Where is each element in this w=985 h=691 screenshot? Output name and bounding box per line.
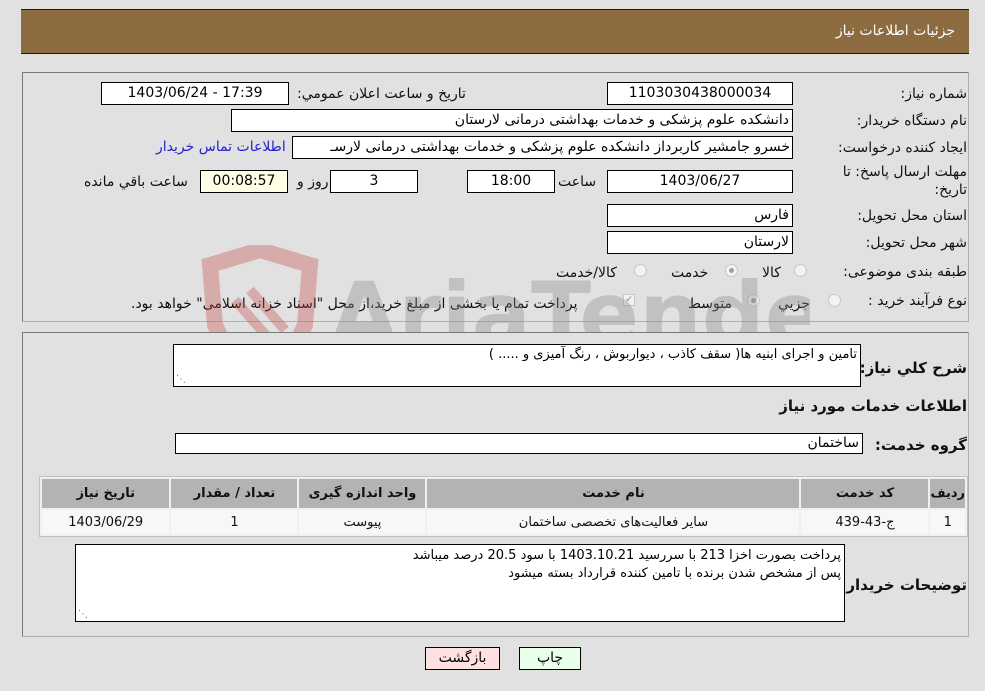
cell-quantity: 1: [171, 510, 298, 534]
services-table: رديف کد خدمت نام خدمت واحد اندازه گیری ت…: [39, 476, 968, 537]
buyer-notes-label: توضیحات خریدار:: [840, 576, 967, 594]
province-label: استان محل تحویل:: [857, 208, 967, 224]
announce-datetime-field[interactable]: 1403/06/24 - 17:39: [101, 82, 289, 105]
back-button[interactable]: بازگشت: [425, 647, 500, 670]
time-remaining-label: ساعت باقي مانده: [84, 174, 188, 190]
need-number-field[interactable]: 1103030438000034: [607, 82, 793, 105]
page-header: جزئیات اطلاعات نیاز: [21, 9, 969, 54]
services-section-title: اطلاعات خدمات مورد نياز: [779, 397, 967, 415]
treasury-note: پرداخت تمام یا بخشی از مبلغ خرید،از محل …: [131, 296, 578, 312]
city-label: شهر محل تحویل:: [865, 235, 967, 251]
purchase-type-label: نوع فرآیند خرید :: [868, 293, 967, 309]
requester-field[interactable]: خسرو جامشیر کاربرداز دانشکده علوم پزشکی …: [292, 136, 793, 159]
resize-grip-icon[interactable]: ⋰: [78, 610, 88, 620]
print-button[interactable]: چاپ: [519, 647, 581, 670]
buyer-notes-textarea[interactable]: پرداخت بصورت اخزا 213 با سررسید 1403.10.…: [75, 544, 845, 622]
purchase-radio-minor[interactable]: [828, 294, 841, 307]
cell-unit: پیوست: [299, 510, 426, 534]
general-description-textarea[interactable]: تامین و اجرای ابنیه ها( سقف کاذب ، دیوار…: [173, 344, 861, 387]
cell-row-number: 1: [930, 510, 965, 534]
buyer-notes-line1: پرداخت بصورت اخزا 213 با سررسید 1403.10.…: [412, 548, 841, 563]
buyer-contact-link[interactable]: اطلاعات تماس خریدار: [156, 139, 286, 155]
buyer-org-label: نام دستگاه خريدار:: [856, 113, 967, 129]
treasury-checkbox[interactable]: ✔: [623, 294, 635, 306]
cell-service-code: ج-43-439: [801, 510, 929, 534]
page-title: جزئیات اطلاعات نیاز: [835, 23, 955, 39]
days-label: روز و: [297, 174, 329, 190]
deadline-label-line1: مهلت ارسال پاسخ: تا: [842, 164, 967, 180]
category-option-goods-service: کالا/خدمت: [556, 265, 617, 281]
days-remaining-field[interactable]: 3: [330, 170, 418, 193]
col-unit: واحد اندازه گیری: [299, 479, 426, 508]
deadline-label-line2: تاریخ:: [934, 182, 967, 198]
deadline-date-field[interactable]: 1403/06/27: [607, 170, 793, 193]
requester-label: ایجاد کننده درخواست:: [838, 140, 967, 156]
service-group-field[interactable]: ساختمان: [175, 433, 863, 454]
cell-need-date: 1403/06/29: [42, 510, 170, 534]
deadline-time-label: ساعت: [558, 174, 597, 190]
col-row-number: رديف: [930, 479, 965, 508]
service-group-label: گروه خدمت:: [874, 436, 967, 454]
announce-datetime-value: 1403/06/24 - 17:39: [127, 85, 263, 101]
category-radio-goods[interactable]: [794, 264, 807, 277]
buyer-notes-line2: پس از مشخص شدن برنده با تامین کننده قرار…: [508, 566, 841, 581]
col-service-code: کد خدمت: [801, 479, 929, 508]
purchase-radio-medium[interactable]: [747, 294, 760, 307]
general-description-value: تامین و اجرای ابنیه ها( سقف کاذب ، دیوار…: [488, 347, 857, 362]
category-label: طبقه بندی موضوعی:: [843, 264, 967, 280]
general-description-label: شرح کلي نياز:: [859, 359, 967, 377]
category-option-goods: کالا: [762, 265, 781, 281]
purchase-option-minor: جزيي: [778, 296, 810, 312]
col-need-date: تاریخ نیاز: [42, 479, 170, 508]
announce-datetime-label: تاریخ و ساعت اعلان عمومي:: [297, 86, 466, 102]
deadline-time-field[interactable]: 18:00: [467, 170, 555, 193]
resize-grip-icon[interactable]: ⋰: [176, 375, 186, 385]
table-row: 1 ج-43-439 سایر فعالیت‌های تخصصی ساختمان…: [42, 510, 965, 534]
cell-service-name: سایر فعالیت‌های تخصصی ساختمان: [427, 510, 800, 534]
services-table-header: رديف کد خدمت نام خدمت واحد اندازه گیری ت…: [42, 479, 965, 508]
category-radio-service[interactable]: [725, 264, 738, 277]
need-number-label: شماره نیاز:: [900, 86, 968, 102]
time-remaining-field[interactable]: 00:08:57: [200, 170, 288, 193]
purchase-option-medium: متوسط: [688, 296, 732, 312]
col-service-name: نام خدمت: [427, 479, 800, 508]
province-field[interactable]: فارس: [607, 204, 793, 227]
city-field[interactable]: لارستان: [607, 231, 793, 254]
col-quantity: تعداد / مقدار: [171, 479, 298, 508]
category-radio-goods-service[interactable]: [634, 264, 647, 277]
category-option-service: خدمت: [671, 265, 709, 281]
buyer-org-field[interactable]: دانشکده علوم پزشکی و خدمات بهداشتی درمان…: [231, 109, 793, 132]
